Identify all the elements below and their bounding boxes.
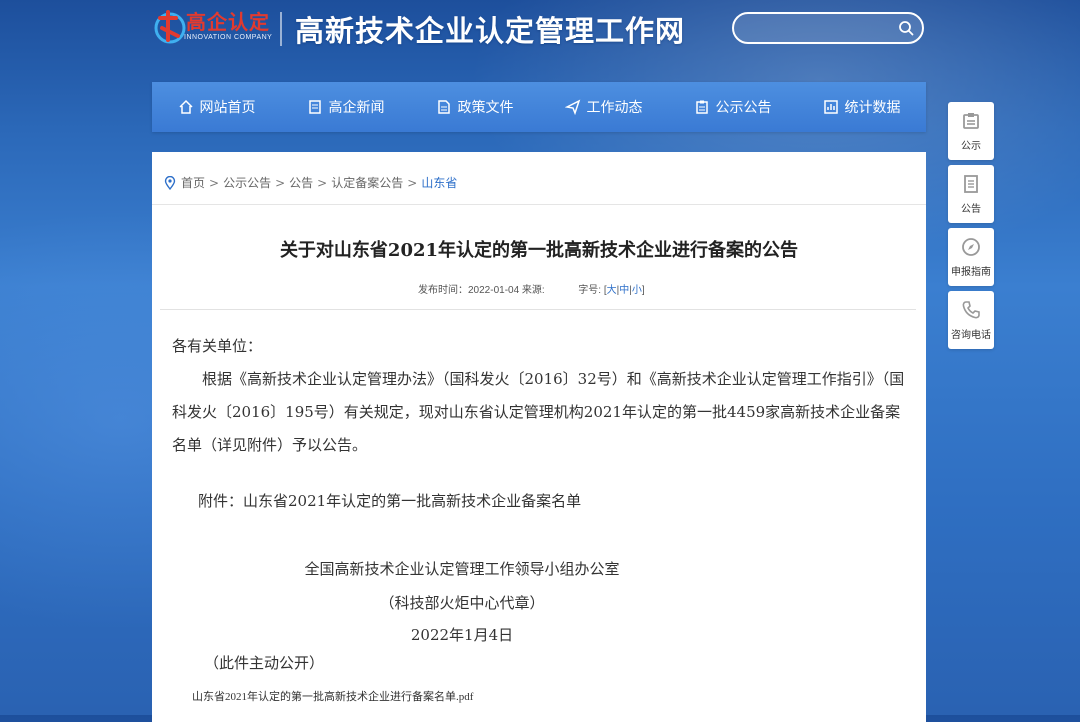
public-note: （此件主动公开） xyxy=(204,654,325,672)
article-title: 关于对山东省2021年认定的第一批高新技术企业进行备案的公告 xyxy=(279,240,799,261)
nav-item-stats[interactable]: 统计数据 xyxy=(797,82,926,132)
signer-note: （科技部火炬中心代章） xyxy=(379,594,545,612)
nav-item-home[interactable]: 网站首页 xyxy=(152,82,281,132)
font-size-large[interactable]: 大 xyxy=(607,285,617,296)
breadcrumb-separator: > xyxy=(317,175,328,190)
float-item-phone[interactable]: 咨询电话 xyxy=(948,291,994,349)
signer: 全国高新技术企业认定管理工作领导小组办公室 xyxy=(304,560,620,578)
nav-item-news[interactable]: 高企新闻 xyxy=(281,82,410,132)
article-paragraph: 根据《高新技术企业认定管理办法》（国科发火〔2016〕32号）和《高新技术企业认… xyxy=(172,370,905,454)
main-nav: 网站首页 高企新闻 政策文件 工作动态 公示公告 统计数据 xyxy=(152,82,926,132)
nav-item-label: 政策文件 xyxy=(457,100,514,116)
float-item-notice[interactable]: 公示 xyxy=(948,102,994,160)
compass-icon xyxy=(962,238,980,256)
float-item-label: 公示 xyxy=(961,141,981,152)
nav-item-label: 公示公告 xyxy=(715,100,772,116)
float-item-guide[interactable]: 申报指南 xyxy=(948,228,994,286)
logo-subtitle: INNOVATION COMPANY xyxy=(184,34,273,41)
site-logo[interactable]: 高企认定 INNOVATION COMPANY xyxy=(150,4,280,48)
breadcrumb-current[interactable]: 山东省 xyxy=(421,174,457,191)
pdf-attachment-link[interactable]: 山东省2021年认定的第一批高新技术企业进行备案名单.pdf xyxy=(192,688,473,704)
phone-icon xyxy=(962,301,980,319)
signature-date: 2022年1月4日 xyxy=(410,626,514,644)
chart-icon xyxy=(823,100,838,114)
notice-icon xyxy=(963,113,979,129)
announcement-icon xyxy=(964,175,978,193)
breadcrumb-divider xyxy=(152,204,926,205)
float-item-label: 咨询电话 xyxy=(951,330,991,341)
search-icon[interactable] xyxy=(898,20,914,36)
breadcrumb: 首页 > 公示公告 > 公告 > 认定备案公告 > 山东省 xyxy=(164,174,457,191)
article-meta: 发布时间：2022-01-04 来源: 字号: [大|中|小] xyxy=(418,285,645,296)
search-input[interactable] xyxy=(746,18,900,40)
nav-item-label: 高企新闻 xyxy=(328,100,385,116)
site-header: 高企认定 INNOVATION COMPANY 高新技术企业认定管理工作网 xyxy=(150,0,930,60)
meta-divider xyxy=(160,309,916,310)
header-divider xyxy=(280,12,282,46)
logo-text: 高企认定 xyxy=(186,10,270,34)
breadcrumb-item-notice[interactable]: 公告 xyxy=(289,174,313,191)
breadcrumb-item-filing[interactable]: 认定备案公告 xyxy=(331,174,403,191)
nav-item-label: 统计数据 xyxy=(844,100,901,116)
salutation: 各有关单位： xyxy=(172,337,263,355)
clipboard-icon xyxy=(695,100,708,114)
article-panel: 首页 > 公示公告 > 公告 > 认定备案公告 > 山东省 关于对山东省2021… xyxy=(152,152,926,722)
nav-item-policy[interactable]: 政策文件 xyxy=(410,82,539,132)
attachment-note: 附件：山东省2021年认定的第一批高新技术企业备案名单 xyxy=(198,492,582,510)
font-size-medium[interactable]: 中 xyxy=(619,285,629,296)
nav-item-work[interactable]: 工作动态 xyxy=(539,82,668,132)
breadcrumb-separator: > xyxy=(275,175,286,190)
article-body: 各有关单位： 根据《高新技术企业认定管理办法》（国科发火〔2016〕32号）和《… xyxy=(172,330,910,462)
document-icon xyxy=(437,100,450,114)
location-pin-icon xyxy=(164,175,176,190)
floating-sidebar: 公示 公告 申报指南 咨询电话 xyxy=(948,102,994,354)
breadcrumb-item-home[interactable]: 首页 xyxy=(181,174,205,191)
font-size-label: 字号: xyxy=(578,285,602,296)
float-item-label: 申报指南 xyxy=(951,267,991,278)
home-icon xyxy=(178,99,193,114)
float-item-announcement[interactable]: 公告 xyxy=(948,165,994,223)
breadcrumb-item-announcements[interactable]: 公示公告 xyxy=(223,174,271,191)
publish-info: 发布时间：2022-01-04 来源: xyxy=(418,285,545,296)
nav-item-announcements[interactable]: 公示公告 xyxy=(668,82,797,132)
news-icon xyxy=(308,100,321,114)
font-size-small[interactable]: 小 xyxy=(632,285,642,296)
float-item-label: 公告 xyxy=(961,204,981,215)
nav-item-label: 网站首页 xyxy=(199,100,256,116)
breadcrumb-separator: > xyxy=(209,175,220,190)
site-title: 高新技术企业认定管理工作网 xyxy=(295,14,686,48)
search-box xyxy=(732,12,924,44)
send-icon xyxy=(564,99,580,115)
nav-item-label: 工作动态 xyxy=(586,100,643,116)
breadcrumb-separator: > xyxy=(407,175,418,190)
